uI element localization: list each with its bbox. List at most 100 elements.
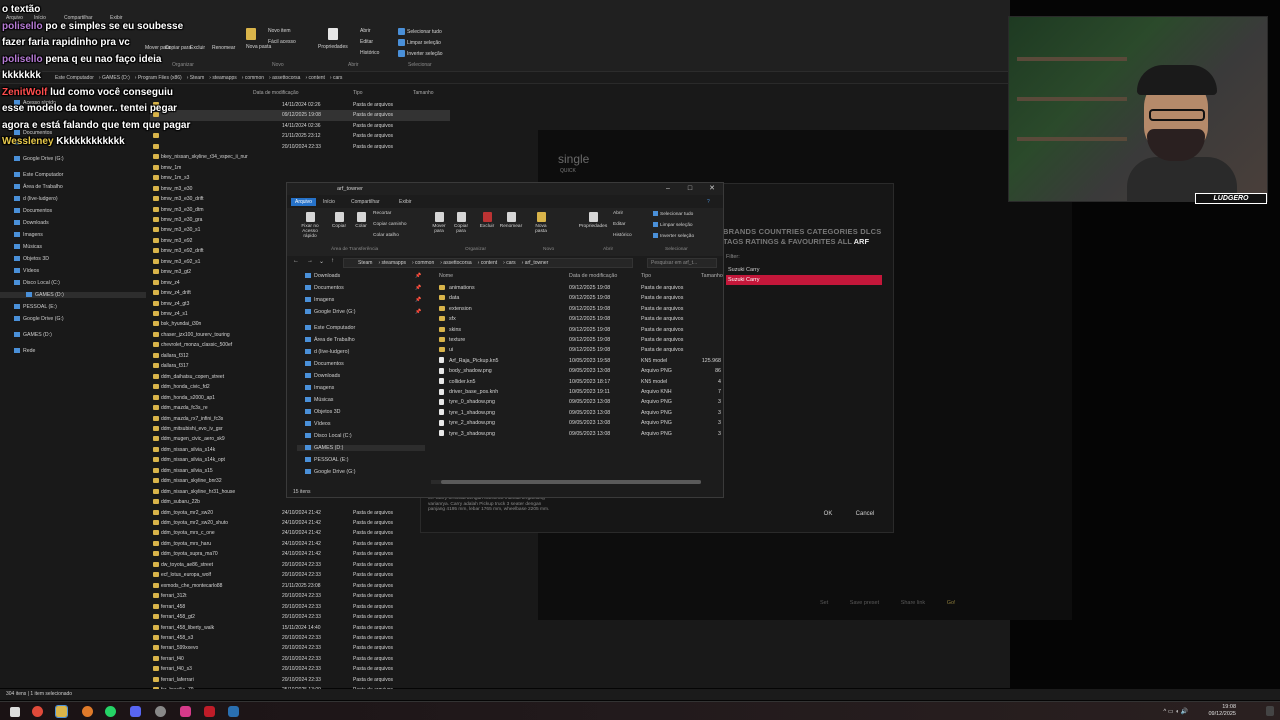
file-row[interactable]: bkey_nissan_skyline_r34_vspec_ii_nur	[150, 152, 450, 163]
new-item-button[interactable]: Novo item	[268, 28, 291, 34]
column-type[interactable]: Tipo	[353, 90, 363, 96]
file-explorer-icon[interactable]	[55, 705, 68, 718]
nav-item[interactable]: Vídeos	[14, 268, 39, 274]
nav-item[interactable]: Disco Local (C:)	[14, 280, 60, 286]
paste-shortcut-button[interactable]: Colar atalho	[373, 233, 399, 238]
history-button[interactable]: Histórico	[360, 50, 379, 56]
save-preset-button[interactable]: Save preset	[850, 600, 879, 606]
file-row[interactable]: ddm_toyota_mr2_sw20 24/10/2024 21:42 Pasta…	[150, 508, 450, 519]
breadcrumb-item[interactable]: assettocorsa	[272, 75, 300, 81]
file-row[interactable]: extension 09/12/2025 19:08 Pasta de arquiv…	[431, 304, 723, 315]
file-row[interactable]: 14/11/2024 02:36 Pasta de arquivos	[150, 121, 450, 132]
breadcrumb-item[interactable]: common	[415, 260, 434, 266]
windows-start-icon[interactable]	[10, 707, 20, 717]
file-row[interactable]: tyre_1_shadow.png 09/05/2023 13:08 Arquivo…	[431, 408, 723, 419]
help-icon[interactable]: ?	[707, 199, 710, 205]
delete-button[interactable]: Excluir	[475, 212, 499, 229]
ok-button[interactable]: OK	[815, 509, 841, 520]
nav-item[interactable]: Músicas	[305, 397, 333, 403]
file-row[interactable]: Arf_Raja_Pickup.kn5 10/05/2023 19:58 KN5 m…	[431, 356, 723, 367]
paste-button[interactable]: Colar	[349, 212, 373, 229]
nav-item[interactable]: Músicas	[14, 244, 42, 250]
cut-button[interactable]: Recortar	[373, 211, 391, 216]
file-row[interactable]: ferrari_312t 20/10/2024 22:33 Pasta de arq…	[150, 591, 450, 602]
nav-item[interactable]: Imagens	[305, 385, 334, 391]
obs-icon[interactable]	[82, 706, 93, 717]
column-type[interactable]: Tipo	[641, 273, 651, 279]
copy-button[interactable]: Copiar	[327, 212, 351, 229]
open-button[interactable]: Abrir	[613, 211, 623, 216]
nav-item[interactable]: Vídeos	[305, 421, 331, 427]
easy-access-button[interactable]: Fácil acesso	[268, 39, 296, 45]
nav-item[interactable]: Documentos	[14, 208, 52, 214]
nav-item[interactable]: PESSOAL (E:)	[14, 304, 57, 310]
chrome-icon[interactable]	[32, 706, 43, 717]
file-row[interactable]: ddm_toyota_mrs_c_one 24/10/2024 21:42 Past…	[150, 528, 450, 539]
minimize-icon[interactable]: –	[657, 183, 679, 195]
nav-item[interactable]: Documentos 📌	[305, 285, 421, 291]
open-button[interactable]: Abrir	[360, 28, 371, 34]
select-none-button[interactable]: Limpar seleção	[653, 222, 693, 228]
system-tray[interactable]: ^ ▭ ◖ 🔊	[1163, 708, 1188, 715]
nav-item[interactable]: Google Drive (G:) 📌	[305, 309, 421, 315]
history-button[interactable]: Histórico	[613, 233, 632, 238]
file-row[interactable]: 14/11/2024 02:26 Pasta de arquivos	[150, 100, 450, 111]
new-folder-button[interactable]: Nova pasta	[529, 212, 553, 234]
column-size[interactable]: Tamanho	[413, 90, 434, 96]
column-size[interactable]: Tamanho	[701, 273, 723, 279]
file-row[interactable]: animations 09/12/2025 19:08 Pasta de arqui…	[431, 283, 723, 294]
properties-button[interactable]: Propriedades	[318, 44, 348, 50]
file-row[interactable]: exmods_che_montecarlo88 21/11/2025 23:08 P…	[150, 581, 450, 592]
file-row[interactable]: tyre_3_shadow.png 09/05/2023 13:08 Arquivo…	[431, 429, 723, 440]
file-row[interactable]: ferrari_f40 20/10/2024 22:33 Pasta de arqu…	[150, 654, 450, 665]
file-row[interactable]: ddm_toyota_mr2_sw20_shuto 24/10/2024 21:4…	[150, 518, 450, 529]
nav-item[interactable]: Downloads 📌	[305, 273, 421, 279]
properties-button[interactable]: Propriedades	[577, 212, 609, 229]
up-icon[interactable]: ↑	[331, 258, 334, 264]
nav-item[interactable]: GAMES (D:)	[297, 445, 425, 451]
nav-item[interactable]: Documentos	[305, 361, 344, 367]
ribbon-tab-share[interactable]: Compartilhar	[351, 199, 380, 205]
select-all-button[interactable]: Selecionar tudo	[653, 211, 693, 217]
nav-item[interactable]: Imagens 📌	[305, 297, 421, 303]
file-row[interactable]: tyre_2_shadow.png 09/05/2023 13:08 Arquivo…	[431, 418, 723, 429]
nav-item[interactable]: Este Computador	[305, 325, 355, 331]
nav-item[interactable]: Objetos 3D	[305, 409, 341, 415]
breadcrumb-item[interactable]: steamapps	[382, 260, 406, 266]
nav-item[interactable]: Google Drive (G:)	[305, 469, 356, 475]
column-date[interactable]: Data de modificação	[569, 273, 617, 279]
file-row[interactable]: dw_toyota_ae86_street 20/10/2024 22:33 Pas…	[150, 560, 450, 571]
file-row[interactable]: data 09/12/2025 19:08 Pasta de arquivos	[431, 293, 723, 304]
nav-item[interactable]: d (live-ludgero)	[305, 349, 349, 355]
steam-icon[interactable]	[228, 706, 239, 717]
ribbon-tab-view[interactable]: Exibir	[399, 199, 412, 205]
edit-button[interactable]: Editar	[360, 39, 373, 45]
file-row[interactable]: collider.kn5 10/05/2023 18:17 KN5 model 4	[431, 377, 723, 388]
go-button[interactable]: Go!	[947, 600, 956, 606]
file-row[interactable]: skins 09/12/2025 19:08 Pasta de arquivos	[431, 325, 723, 336]
cancel-button[interactable]: Cancel	[850, 509, 880, 520]
nav-item[interactable]: Google Drive (G:)	[14, 316, 64, 322]
nav-item[interactable]: Google Drive (G:)	[14, 156, 64, 162]
select-none-button[interactable]: Limpar seleção	[398, 39, 441, 46]
breadcrumb-item[interactable]: content	[481, 260, 497, 266]
ribbon-tab-home[interactable]: Início	[323, 199, 335, 205]
nav-item[interactable]: Imagens	[14, 232, 43, 238]
tab-arf[interactable]: ARF	[854, 237, 869, 246]
notifications-icon[interactable]	[1266, 706, 1274, 716]
move-to-button[interactable]: Mover para	[427, 212, 451, 234]
breadcrumb-item[interactable]: Steam	[190, 75, 204, 81]
maximize-icon[interactable]: □	[679, 183, 701, 195]
clock[interactable]: 19:08 09/12/2025	[1208, 704, 1236, 718]
file-row[interactable]: ddm_toyota_mrs_haru 24/10/2024 21:42 Pasta…	[150, 539, 450, 550]
nav-item[interactable]: d (live-ludgero)	[14, 196, 58, 202]
close-icon[interactable]: ✕	[701, 183, 723, 195]
tab-all[interactable]: ALL	[837, 237, 851, 246]
file-row[interactable]: ferrari_458_gt2 20/10/2024 22:33 Pasta de …	[150, 612, 450, 623]
file-row[interactable]: tyre_0_shadow.png 09/05/2023 13:08 Arquivo…	[431, 397, 723, 408]
breadcrumb-item[interactable]: common	[245, 75, 264, 81]
app-icon[interactable]	[155, 706, 166, 717]
file-row[interactable]: ecf_lotus_europa_wolf 20/10/2024 22:33 Pas…	[150, 570, 450, 581]
forward-icon[interactable]: →	[307, 258, 313, 264]
file-row[interactable]: sfx 09/12/2025 19:08 Pasta de arquivos	[431, 314, 723, 325]
